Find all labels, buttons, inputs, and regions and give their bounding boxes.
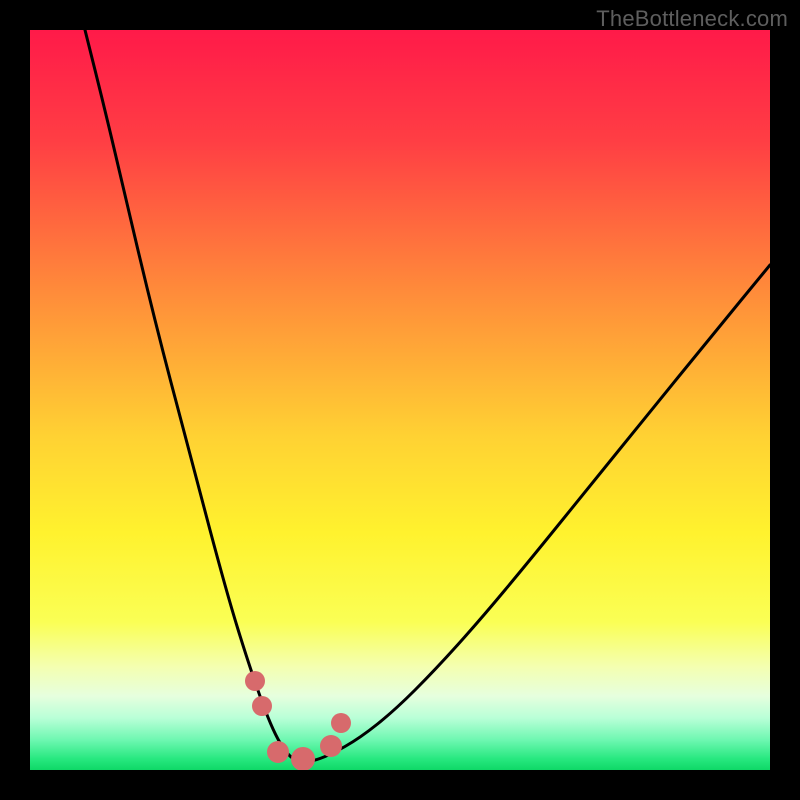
- chart-frame: TheBottleneck.com: [0, 0, 800, 800]
- watermark-text: TheBottleneck.com: [596, 6, 788, 32]
- background-gradient: [30, 30, 770, 770]
- plot-area: [30, 30, 770, 770]
